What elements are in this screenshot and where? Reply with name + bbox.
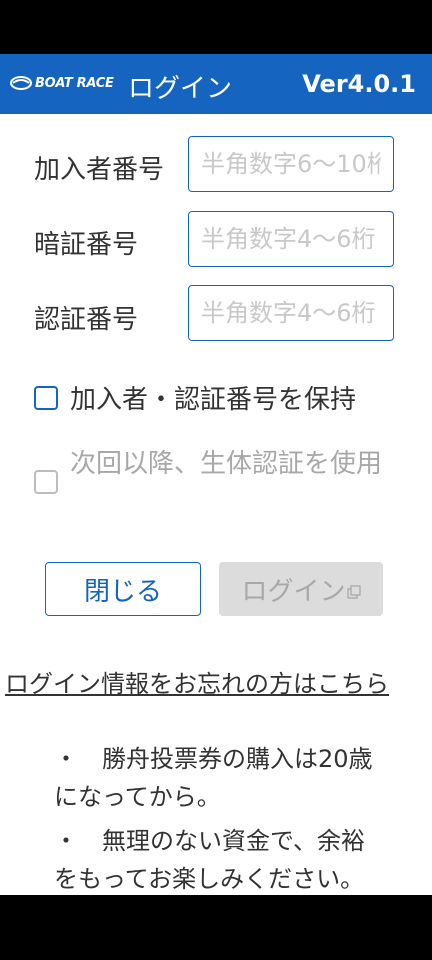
keep-ids-label: 加入者・認証番号を保持	[70, 385, 357, 415]
status-bar	[0, 0, 432, 54]
brand-text: BOAT RACE	[35, 75, 114, 91]
version-label: Ver4.0.1	[302, 70, 416, 98]
login-button-label: ログイン	[241, 576, 346, 607]
notice-funds: ・ 無理のない資金で、余裕をもってお楽しみください。	[54, 827, 366, 893]
boatrace-logo: BOAT RACE	[10, 72, 114, 94]
forgot-login-link[interactable]: ログイン情報をお忘れの方はこちら	[5, 664, 389, 699]
external-window-icon	[346, 585, 361, 599]
login-button: ログイン	[219, 562, 383, 616]
navigation-bar	[0, 895, 432, 960]
pin-input[interactable]	[188, 211, 394, 267]
member-number-input[interactable]	[188, 136, 394, 192]
keep-ids-option[interactable]: 加入者・認証番号を保持	[34, 380, 356, 420]
notice-age: ・ 勝舟投票券の購入は20歳になってから。	[54, 745, 373, 811]
auth-number-label: 認証番号	[34, 305, 139, 335]
boat-icon	[10, 76, 32, 90]
biometric-checkbox	[34, 470, 58, 494]
pin-label: 暗証番号	[34, 230, 139, 260]
auth-number-input[interactable]	[188, 285, 394, 341]
biometric-option: 次回以降、生体認証を使用	[34, 444, 394, 494]
page-title: ログイン	[128, 74, 233, 104]
keep-ids-checkbox[interactable]	[34, 386, 58, 410]
member-number-label: 加入者番号	[34, 155, 165, 185]
close-button-label: 閉じる	[83, 576, 162, 607]
close-button[interactable]: 閉じる	[45, 562, 201, 616]
biometric-label: 次回以降、生体認証を使用	[70, 449, 383, 479]
app-header: BOAT RACE ログイン Ver4.0.1	[0, 54, 432, 114]
